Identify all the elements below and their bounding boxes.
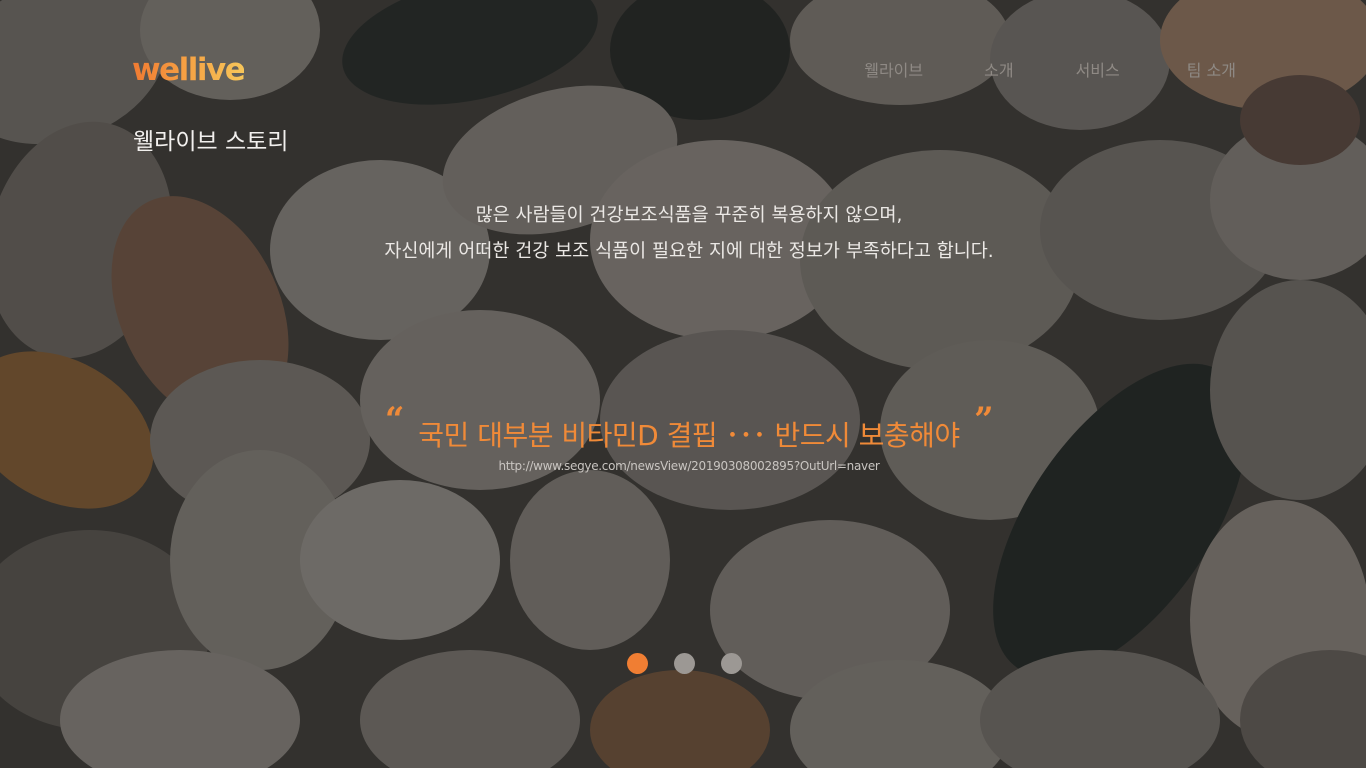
top-nav: 웰라이브 소개 서비스 팀 소개 [864,57,1236,81]
quote-text: 국민 대부분 비타민D 결핍 ･･･ 반드시 보충해야 [418,419,960,452]
nav-item-team[interactable]: 팀 소개 [1187,57,1236,81]
carousel-dot-3[interactable] [721,653,742,674]
open-quote-mark: “ [384,400,405,440]
carousel-dot-2[interactable] [674,653,695,674]
nav-item-services[interactable]: 서비스 [1076,57,1120,81]
close-quote-mark: ” [974,400,994,440]
nav-item-about[interactable]: 소개 [984,57,1013,81]
carousel-pagination [627,653,768,674]
carousel-dot-1[interactable] [627,653,648,674]
quote-source-url[interactable]: http://www.segye.com/newsView/2019030800… [0,459,1366,473]
intro-line-1: 많은 사람들이 건강보조식품을 꾸준히 복용하지 않으며, [475,205,903,226]
news-quote: “ 국민 대부분 비타민D 결핍 ･･･ 반드시 보충해야 ” [0,400,1366,454]
intro-line-2: 자신에게 어떠한 건강 보조 식품이 필요한 지에 대한 정보가 부족하다고 합… [384,241,994,262]
section-title: 웰라이브 스토리 [133,129,289,155]
nav-item-wellive[interactable]: 웰라이브 [864,57,923,81]
intro-text: 많은 사람들이 건강보조식품을 꾸준히 복용하지 않으며, 자신에게 어떠한 건… [0,198,1366,270]
page: wellive 웰라이브 소개 서비스 팀 소개 웰라이브 스토리 많은 사람들… [0,0,1366,768]
logo[interactable]: wellive [132,52,246,88]
